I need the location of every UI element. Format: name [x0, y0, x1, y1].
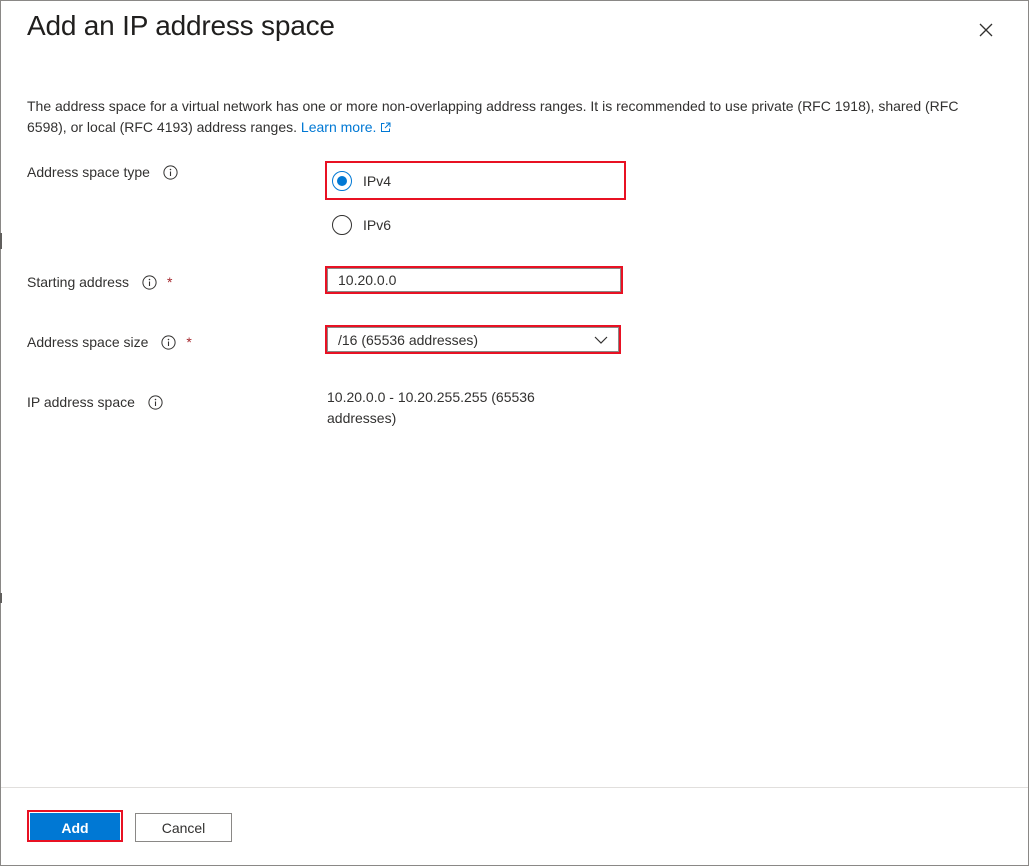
cancel-button[interactable]: Cancel: [135, 813, 232, 842]
info-icon[interactable]: [161, 334, 177, 350]
learn-more-link[interactable]: Learn more.: [301, 119, 391, 135]
add-button-highlight: [27, 810, 123, 842]
info-icon[interactable]: [142, 274, 157, 290]
description: The address space for a virtual network …: [27, 96, 987, 139]
description-text: The address space for a virtual network …: [27, 98, 959, 135]
dialog-title: Add an IP address space: [27, 10, 335, 41]
starting-address-label: Starting address *: [27, 274, 173, 290]
starting-address-highlight: [325, 266, 623, 294]
address-space-size-label: Address space size *: [27, 334, 192, 350]
required-marker: *: [186, 334, 192, 350]
radio-ipv4-label: IPv4: [363, 173, 392, 189]
external-link-icon: [380, 118, 391, 139]
radio-unchecked-icon: [332, 215, 352, 235]
ip-address-space-value: 10.20.0.0 - 10.20.255.255 (65536 address…: [327, 389, 535, 426]
radio-checked-icon: [332, 171, 352, 191]
address-space-size-highlight: [325, 325, 621, 354]
radio-ipv6[interactable]: IPv6: [332, 215, 391, 235]
background-edge-mark: [0, 593, 2, 603]
required-marker: *: [166, 274, 173, 290]
info-icon[interactable]: [148, 394, 163, 410]
ip-address-space-label: IP address space: [27, 394, 163, 410]
close-button[interactable]: [972, 16, 1000, 44]
footer-divider: [1, 787, 1028, 788]
address-space-type-label: Address space type: [27, 164, 178, 180]
radio-ipv4[interactable]: IPv4: [332, 171, 391, 191]
info-icon[interactable]: [163, 164, 178, 180]
radio-ipv6-label: IPv6: [363, 217, 392, 233]
close-icon[interactable]: [978, 22, 994, 38]
background-edge-mark: [0, 233, 2, 249]
